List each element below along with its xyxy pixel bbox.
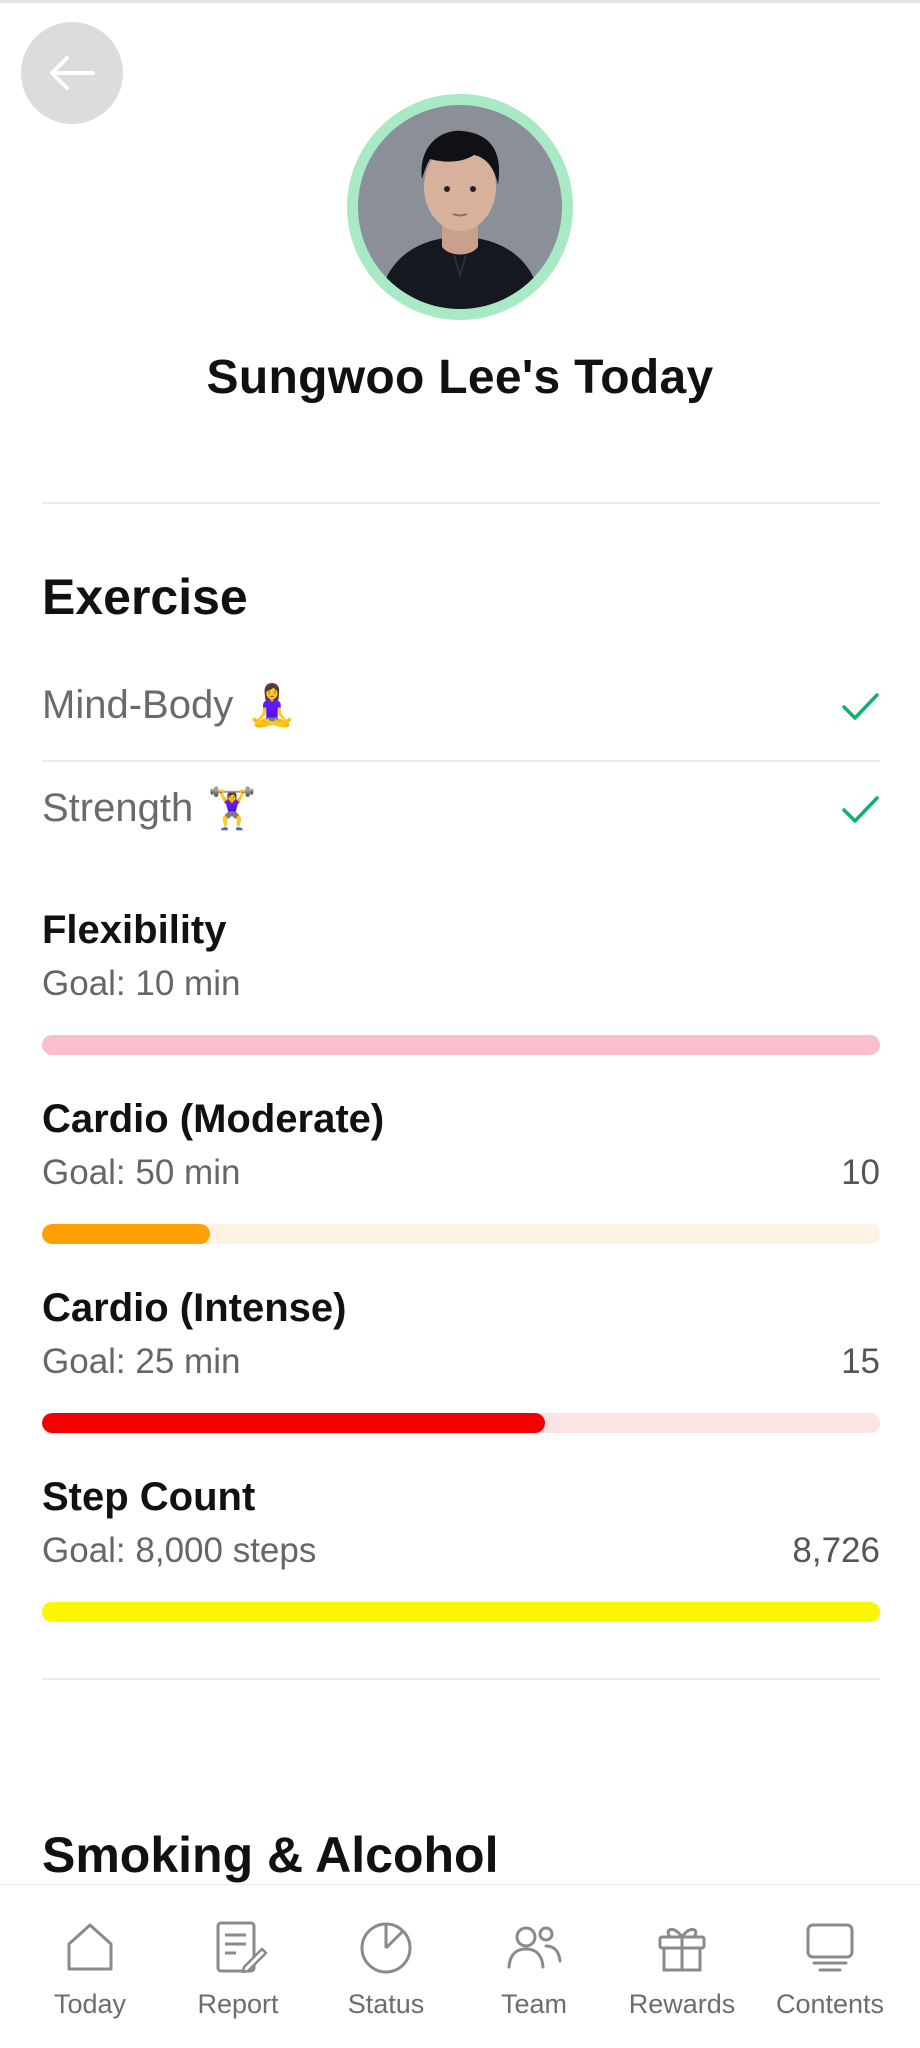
- smoking-alcohol-section-title: Smoking & Alcohol: [42, 1827, 499, 1883]
- nav-item-rewards[interactable]: Rewards: [612, 1885, 752, 2048]
- metric-name: Flexibility: [42, 908, 227, 952]
- metric-value: 10: [841, 1153, 880, 1192]
- meditation-emoji-icon: 🧘‍♀️: [247, 684, 298, 728]
- home-icon: [67, 1923, 113, 1971]
- cardio-intense-metric: Cardio (Intense) Goal: 25 min 15: [42, 1286, 880, 1471]
- progress-track: [42, 1413, 880, 1433]
- nav-item-team[interactable]: Team: [464, 1885, 604, 2048]
- page-title: Sungwoo Lee's Today: [206, 351, 714, 404]
- back-arrow-icon: [50, 56, 95, 90]
- nav-label: Report: [197, 1989, 279, 2019]
- team-icon: [507, 1926, 562, 1969]
- checkmark-icon: [842, 693, 879, 720]
- divider: [42, 502, 880, 504]
- nav-label: Status: [347, 1989, 425, 2019]
- report-icon: [216, 1921, 268, 1974]
- exercise-section-title: Exercise: [42, 569, 248, 625]
- avatar: [358, 105, 562, 309]
- nav-label: Today: [53, 1989, 127, 2019]
- strength-row: Strength 🏋️‍♀️: [42, 763, 880, 863]
- nav-label: Contents: [775, 1989, 885, 2019]
- nav-item-contents[interactable]: Contents: [760, 1885, 900, 2048]
- flexibility-metric: Flexibility Goal: 10 min: [42, 908, 880, 1093]
- strength-label: Strength: [42, 786, 194, 830]
- progress-track: [42, 1602, 880, 1622]
- nav-label: Rewards: [628, 1989, 736, 2019]
- row-divider: [42, 760, 880, 762]
- bottom-nav: Today Report Status Team Rewards Content…: [0, 1884, 920, 2048]
- progress-track: [42, 1224, 880, 1244]
- progress-fill: [42, 1224, 210, 1244]
- nav-label: Team: [500, 1989, 568, 2019]
- progress-fill: [42, 1413, 545, 1433]
- back-button[interactable]: [21, 22, 123, 124]
- divider: [42, 1678, 880, 1680]
- progress-fill: [42, 1602, 880, 1622]
- metric-name: Cardio (Moderate): [42, 1097, 385, 1141]
- top-border: [0, 0, 920, 3]
- contents-icon: [806, 1923, 854, 1972]
- nav-item-report[interactable]: Report: [168, 1885, 308, 2048]
- pie-chart-icon: [360, 1922, 412, 1974]
- avatar-ring: [347, 94, 573, 320]
- metric-goal: Goal: 25 min: [42, 1342, 241, 1381]
- checkmark-icon: [842, 796, 879, 823]
- progress-track: [42, 1035, 880, 1055]
- avatar-photo: [358, 105, 562, 309]
- cardio-moderate-metric: Cardio (Moderate) Goal: 50 min 10: [42, 1097, 880, 1282]
- metric-value: 8,726: [792, 1531, 880, 1570]
- weightlifting-emoji-icon: 🏋️‍♀️: [207, 787, 258, 831]
- nav-item-status[interactable]: Status: [316, 1885, 456, 2048]
- metric-goal: Goal: 50 min: [42, 1153, 241, 1192]
- metric-goal: Goal: 10 min: [42, 964, 241, 1003]
- mind-body-row: Mind-Body 🧘‍♀️: [42, 660, 880, 760]
- metric-goal: Goal: 8,000 steps: [42, 1531, 317, 1570]
- step-count-metric: Step Count Goal: 8,000 steps 8,726: [42, 1475, 880, 1660]
- metric-name: Step Count: [42, 1475, 256, 1519]
- mind-body-label: Mind-Body: [42, 683, 234, 727]
- nav-item-today[interactable]: Today: [20, 1885, 160, 2048]
- gift-icon: [658, 1928, 706, 1972]
- metric-name: Cardio (Intense): [42, 1286, 347, 1330]
- metric-value: 15: [841, 1342, 880, 1381]
